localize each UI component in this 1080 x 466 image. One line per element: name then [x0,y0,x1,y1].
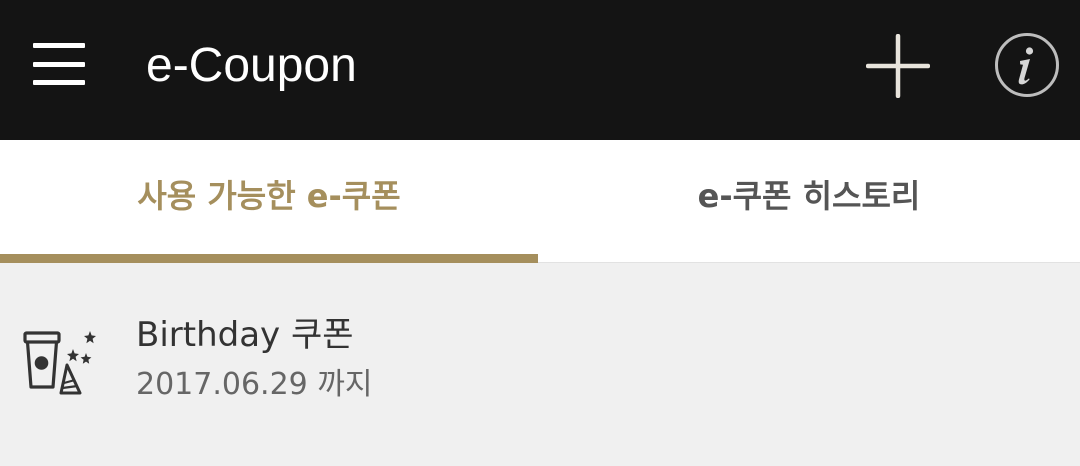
tab-label: e-쿠폰 히스토리 [697,177,921,215]
tab-bar: 사용 가능한 e-쿠폰 e-쿠폰 히스토리 [0,140,1080,263]
coupon-title: Birthday 쿠폰 [136,315,354,355]
tab-available-coupons[interactable]: 사용 가능한 e-쿠폰 [0,140,538,263]
info-icon[interactable] [994,32,1060,98]
hamburger-menu-icon[interactable] [33,43,85,87]
app-bar: e-Coupon [0,0,1080,140]
page-title: e-Coupon [146,39,357,92]
plus-icon[interactable] [866,34,930,98]
birthday-cup-icon [23,331,96,395]
menu-line [33,62,85,67]
tab-label: 사용 가능한 e-쿠폰 [137,177,401,215]
coupon-list-item[interactable]: Birthday 쿠폰 2017.06.29 까지 [0,263,1080,459]
active-tab-indicator [0,254,538,263]
coupon-expiry-date: 2017.06.29 까지 [136,367,373,402]
tab-coupon-history[interactable]: e-쿠폰 히스토리 [540,140,1078,262]
menu-line [33,80,85,85]
menu-line [33,43,85,48]
